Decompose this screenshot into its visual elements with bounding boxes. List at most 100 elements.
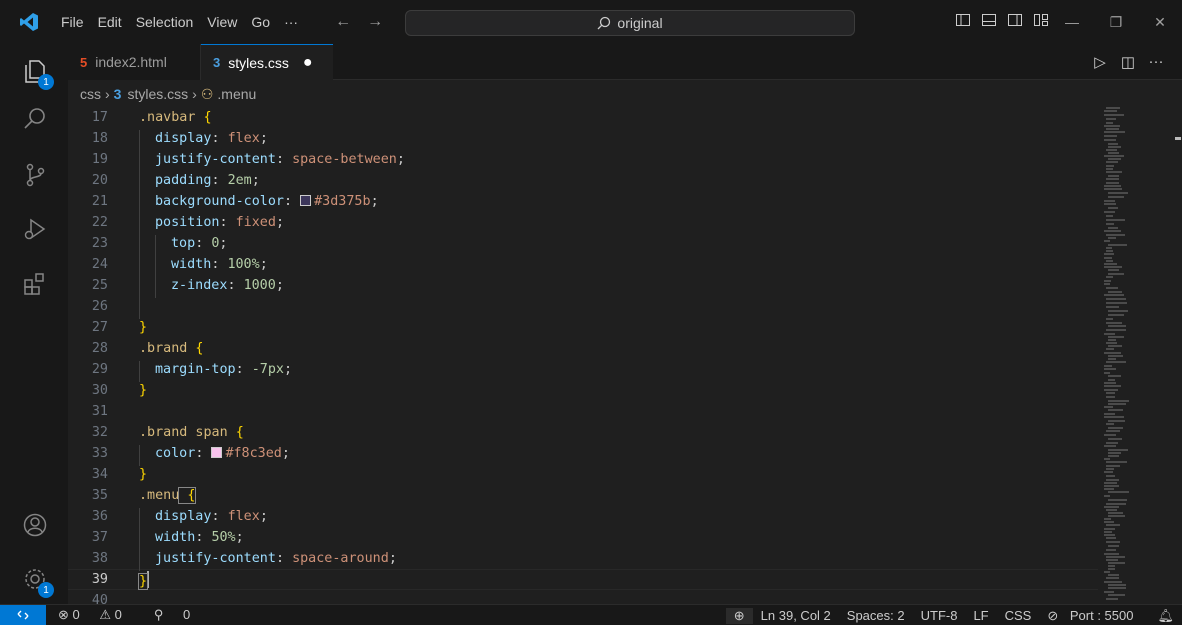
notifications-bell-icon[interactable]: 🔔︎ bbox=[1149, 608, 1182, 624]
code-line[interactable]: 26 bbox=[68, 296, 1098, 317]
menu-view[interactable]: View bbox=[200, 14, 244, 30]
command-center-search[interactable]: original bbox=[405, 10, 855, 36]
close-icon[interactable]: ✕ bbox=[1138, 14, 1182, 31]
run-debug-icon[interactable] bbox=[20, 214, 50, 244]
tab-label: styles.css bbox=[228, 54, 289, 71]
code-line[interactable]: 36 display: flex; bbox=[68, 506, 1098, 527]
minimap-line bbox=[1104, 471, 1113, 473]
live-server-port[interactable]: ⊘ Port : 5500 bbox=[1039, 608, 1149, 624]
code-line[interactable]: 20 padding: 2em; bbox=[68, 170, 1098, 191]
code-line[interactable]: 29 margin-top: -7px; bbox=[68, 359, 1098, 380]
minimap-line bbox=[1104, 280, 1111, 282]
code-editor[interactable]: 17 .navbar {18 display: flex; 19 justify-con… bbox=[68, 107, 1098, 604]
explorer-icon[interactable]: 1 bbox=[20, 56, 54, 90]
code-line[interactable]: 22 position: fixed; bbox=[68, 212, 1098, 233]
more-actions-icon[interactable]: ··· bbox=[1142, 53, 1170, 71]
minimap-line bbox=[1104, 263, 1117, 265]
editor-scrollbar[interactable] bbox=[1170, 107, 1182, 604]
restore-icon[interactable]: ❐ bbox=[1094, 14, 1138, 31]
code-text: top: 0; bbox=[171, 236, 228, 251]
code-line[interactable]: 31 bbox=[68, 401, 1098, 422]
scrollbar-thumb[interactable] bbox=[1175, 137, 1181, 140]
end-of-line[interactable]: LF bbox=[965, 608, 996, 623]
minimap-line bbox=[1108, 565, 1115, 567]
breadcrumb-symbol[interactable]: .menu bbox=[217, 86, 256, 102]
accounts-icon[interactable] bbox=[20, 510, 50, 540]
forward-arrow-icon[interactable]: → bbox=[359, 13, 391, 31]
css-file-icon: 3 bbox=[213, 55, 221, 70]
line-number: 36 bbox=[91, 509, 108, 524]
code-line[interactable]: 37 width: 50%; bbox=[68, 527, 1098, 548]
toggle-panel-icon[interactable] bbox=[976, 12, 1002, 28]
indent-guide bbox=[139, 508, 140, 571]
code-text: } bbox=[139, 467, 148, 482]
code-line[interactable]: 17 .navbar { bbox=[68, 107, 1098, 128]
menu-more[interactable]: ··· bbox=[277, 14, 305, 30]
menu-edit[interactable]: Edit bbox=[91, 14, 129, 30]
manage-gear-icon[interactable]: 1 bbox=[20, 564, 54, 598]
minimap-line bbox=[1108, 336, 1124, 338]
menu-selection[interactable]: Selection bbox=[129, 14, 201, 30]
minimap-line bbox=[1106, 171, 1122, 173]
back-arrow-icon[interactable]: ← bbox=[327, 13, 359, 31]
menu-go[interactable]: Go bbox=[244, 14, 277, 30]
breadcrumb-file[interactable]: styles.css bbox=[127, 86, 188, 102]
run-icon[interactable]: ▷ bbox=[1086, 53, 1114, 71]
minimap-line bbox=[1104, 416, 1124, 418]
code-line[interactable]: 28 .brand { bbox=[68, 338, 1098, 359]
extensions-icon[interactable] bbox=[20, 268, 50, 298]
encoding[interactable]: UTF-8 bbox=[913, 608, 966, 623]
minimap-line bbox=[1104, 528, 1115, 530]
line-number: 30 bbox=[91, 383, 108, 398]
color-swatch[interactable] bbox=[211, 447, 223, 458]
code-line[interactable]: 25 z-index: 1000; bbox=[68, 275, 1098, 296]
code-line[interactable]: 21 background-color: #3d375b; bbox=[68, 191, 1098, 212]
toggle-sidebar-icon[interactable] bbox=[950, 12, 976, 28]
menu-file[interactable]: File bbox=[54, 14, 91, 30]
indent-guide bbox=[155, 235, 156, 298]
code-line[interactable]: 30} bbox=[68, 380, 1098, 401]
color-swatch[interactable] bbox=[300, 195, 312, 206]
code-line[interactable]: 40 bbox=[68, 590, 1098, 604]
minimize-icon[interactable]: — bbox=[1050, 14, 1094, 30]
code-line[interactable]: 23 top: 0; bbox=[68, 233, 1098, 254]
code-line[interactable]: 38 justify-content: space-around; bbox=[68, 548, 1098, 569]
source-control-icon[interactable] bbox=[20, 160, 50, 190]
split-editor-icon[interactable]: ◫ bbox=[1114, 53, 1142, 71]
minimap-line bbox=[1108, 452, 1121, 454]
breadcrumb-folder[interactable]: css bbox=[80, 86, 101, 102]
cursor-position[interactable]: Ln 39, Col 2 bbox=[753, 608, 839, 623]
indentation[interactable]: Spaces: 2 bbox=[839, 608, 913, 623]
search-sidebar-icon[interactable] bbox=[20, 104, 50, 134]
line-number: 37 bbox=[91, 530, 108, 545]
code-line[interactable]: 39} bbox=[68, 569, 1098, 590]
minimap-line bbox=[1108, 269, 1119, 271]
zoom-icon[interactable]: ⊕ bbox=[725, 607, 753, 624]
code-line[interactable]: 18 display: flex; bbox=[68, 128, 1098, 149]
toggle-secondary-sidebar-icon[interactable] bbox=[1002, 12, 1028, 28]
minimap-line bbox=[1108, 427, 1123, 429]
code-line[interactable]: 33 color: #f8c3ed; bbox=[68, 443, 1098, 464]
code-line[interactable]: 35 .menu { bbox=[68, 485, 1098, 506]
code-text: display: flex; bbox=[155, 509, 268, 524]
minimap-line bbox=[1104, 203, 1116, 205]
code-line[interactable]: 27} bbox=[68, 317, 1098, 338]
tab-styles-css[interactable]: 3 styles.css ● bbox=[201, 44, 333, 80]
minimap-line bbox=[1106, 322, 1122, 324]
problems-indicator[interactable]: ⊗ 0 ⚠ 0 bbox=[58, 607, 138, 623]
code-line[interactable]: 24 width: 100%; bbox=[68, 254, 1098, 275]
code-line[interactable]: 32 .brand span { bbox=[68, 422, 1098, 443]
minimap-line bbox=[1108, 152, 1119, 154]
unsaved-dot-icon[interactable]: ● bbox=[303, 54, 313, 72]
minimap-line bbox=[1106, 161, 1118, 163]
ports-indicator[interactable]: ⚲ 0 bbox=[154, 607, 206, 623]
minimap-line bbox=[1108, 237, 1116, 239]
minimap-line bbox=[1104, 114, 1124, 116]
remote-indicator-icon[interactable] bbox=[0, 604, 46, 625]
minimap[interactable] bbox=[1098, 107, 1170, 604]
code-line[interactable]: 19 justify-content: space-between; bbox=[68, 149, 1098, 170]
minimap-line bbox=[1106, 537, 1116, 539]
tab-index2-html[interactable]: 5 index2.html bbox=[68, 44, 201, 80]
language-mode[interactable]: CSS bbox=[997, 608, 1040, 623]
code-line[interactable]: 34} bbox=[68, 464, 1098, 485]
